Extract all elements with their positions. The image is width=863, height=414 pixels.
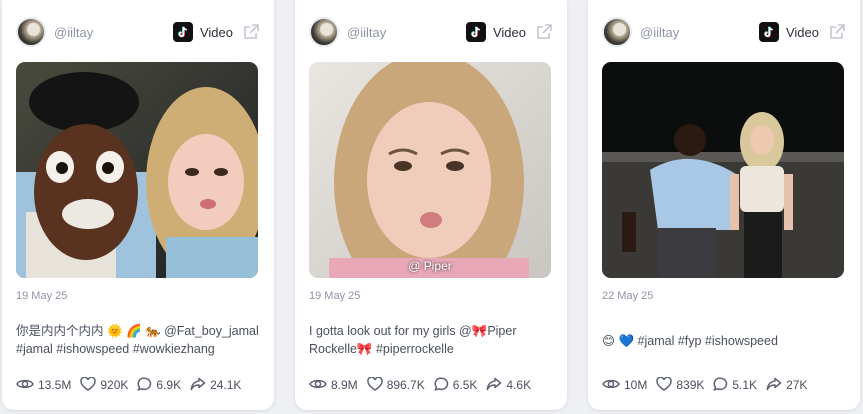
card-header: @iiltay Video [602, 16, 846, 48]
engagement-stats: 10M 839K 5.1K 27K [602, 376, 852, 394]
video-thumbnail[interactable] [16, 62, 258, 278]
shares-count: 4.6K [506, 378, 532, 392]
likes-count: 839K [676, 378, 705, 392]
author-handle[interactable]: @iiltay [640, 25, 759, 40]
comment-icon [137, 376, 156, 394]
card-header: @iiltay Video [16, 16, 260, 48]
heart-icon [366, 376, 387, 394]
eye-icon [602, 377, 624, 394]
likes-count: 920K [100, 378, 129, 392]
post-description: 你是内内个内内 🌞 🌈 🐅 @Fat_boy_jamal #jamal #ish… [16, 324, 259, 356]
views-stat: 13.5M [16, 377, 71, 394]
heart-icon [656, 376, 676, 394]
external-link-icon[interactable] [828, 23, 846, 41]
engagement-stats: 8.9M 896.7K 6.5K 4.6K [309, 376, 559, 394]
platform-badge: Video [465, 22, 553, 42]
views-stat: 10M [602, 377, 647, 394]
platform-badge: Video [758, 22, 846, 42]
video-thumbnail[interactable]: @ Piper [309, 62, 551, 278]
tiktok-icon [172, 22, 193, 42]
heart-icon [80, 376, 100, 394]
post-date: 19 May 25 [309, 290, 361, 302]
comments-count: 6.5K [452, 378, 478, 392]
post-card[interactable]: @iiltay Video [295, 0, 567, 410]
comments-count: 6.9K [156, 378, 182, 392]
comments-count: 5.1K [732, 378, 758, 392]
share-icon [190, 377, 210, 394]
platform-label: Video [199, 24, 233, 40]
comments-stat: 6.9K [137, 376, 182, 394]
shares-stat: 27K [766, 377, 807, 394]
likes-stat: 839K [656, 376, 705, 394]
video-thumbnail[interactable] [602, 62, 844, 278]
card-header: @iiltay Video [309, 16, 553, 48]
eye-icon [309, 377, 331, 394]
eye-icon [16, 377, 38, 394]
avatar[interactable] [16, 17, 46, 47]
post-card[interactable]: @iiltay Video 22 May 25 😊 💙 #jamal #fyp … [588, 0, 860, 410]
author-handle[interactable]: @iiltay [54, 25, 173, 40]
shares-stat: 24.1K [190, 377, 241, 394]
author-handle[interactable]: @iiltay [347, 25, 466, 40]
comment-icon [713, 376, 732, 394]
post-description: 😊 💙 #jamal #fyp #ishowspeed [602, 334, 778, 348]
external-link-icon[interactable] [242, 23, 260, 41]
shares-count: 27K [786, 378, 808, 392]
external-link-icon[interactable] [535, 23, 553, 41]
share-icon [486, 377, 506, 394]
views-stat: 8.9M [309, 377, 358, 394]
post-card[interactable]: @iiltay Video [2, 0, 274, 410]
tiktok-icon [758, 22, 779, 42]
comment-icon [434, 376, 453, 394]
likes-stat: 896.7K [366, 376, 425, 394]
likes-stat: 920K [80, 376, 129, 394]
views-count: 13.5M [38, 378, 72, 392]
likes-count: 896.7K [386, 378, 425, 392]
platform-badge: Video [172, 22, 260, 42]
views-count: 8.9M [331, 378, 358, 392]
engagement-stats: 13.5M 920K 6.9K 24.1K [16, 376, 266, 394]
comments-stat: 5.1K [713, 376, 758, 394]
share-icon [766, 377, 786, 394]
tiktok-icon [465, 22, 486, 42]
post-description: I gotta look out for my girls @🎀Piper Ro… [309, 324, 517, 356]
post-date: 22 May 25 [602, 290, 654, 302]
comments-stat: 6.5K [434, 376, 478, 394]
post-date: 19 May 25 [16, 290, 68, 302]
shares-stat: 4.6K [486, 377, 531, 394]
platform-label: Video [492, 24, 526, 40]
views-count: 10M [624, 378, 648, 392]
shares-count: 24.1K [210, 378, 242, 392]
platform-label: Video [785, 24, 819, 40]
video-overlay-text: @ Piper [408, 259, 452, 273]
avatar[interactable] [309, 17, 339, 47]
avatar[interactable] [602, 17, 632, 47]
